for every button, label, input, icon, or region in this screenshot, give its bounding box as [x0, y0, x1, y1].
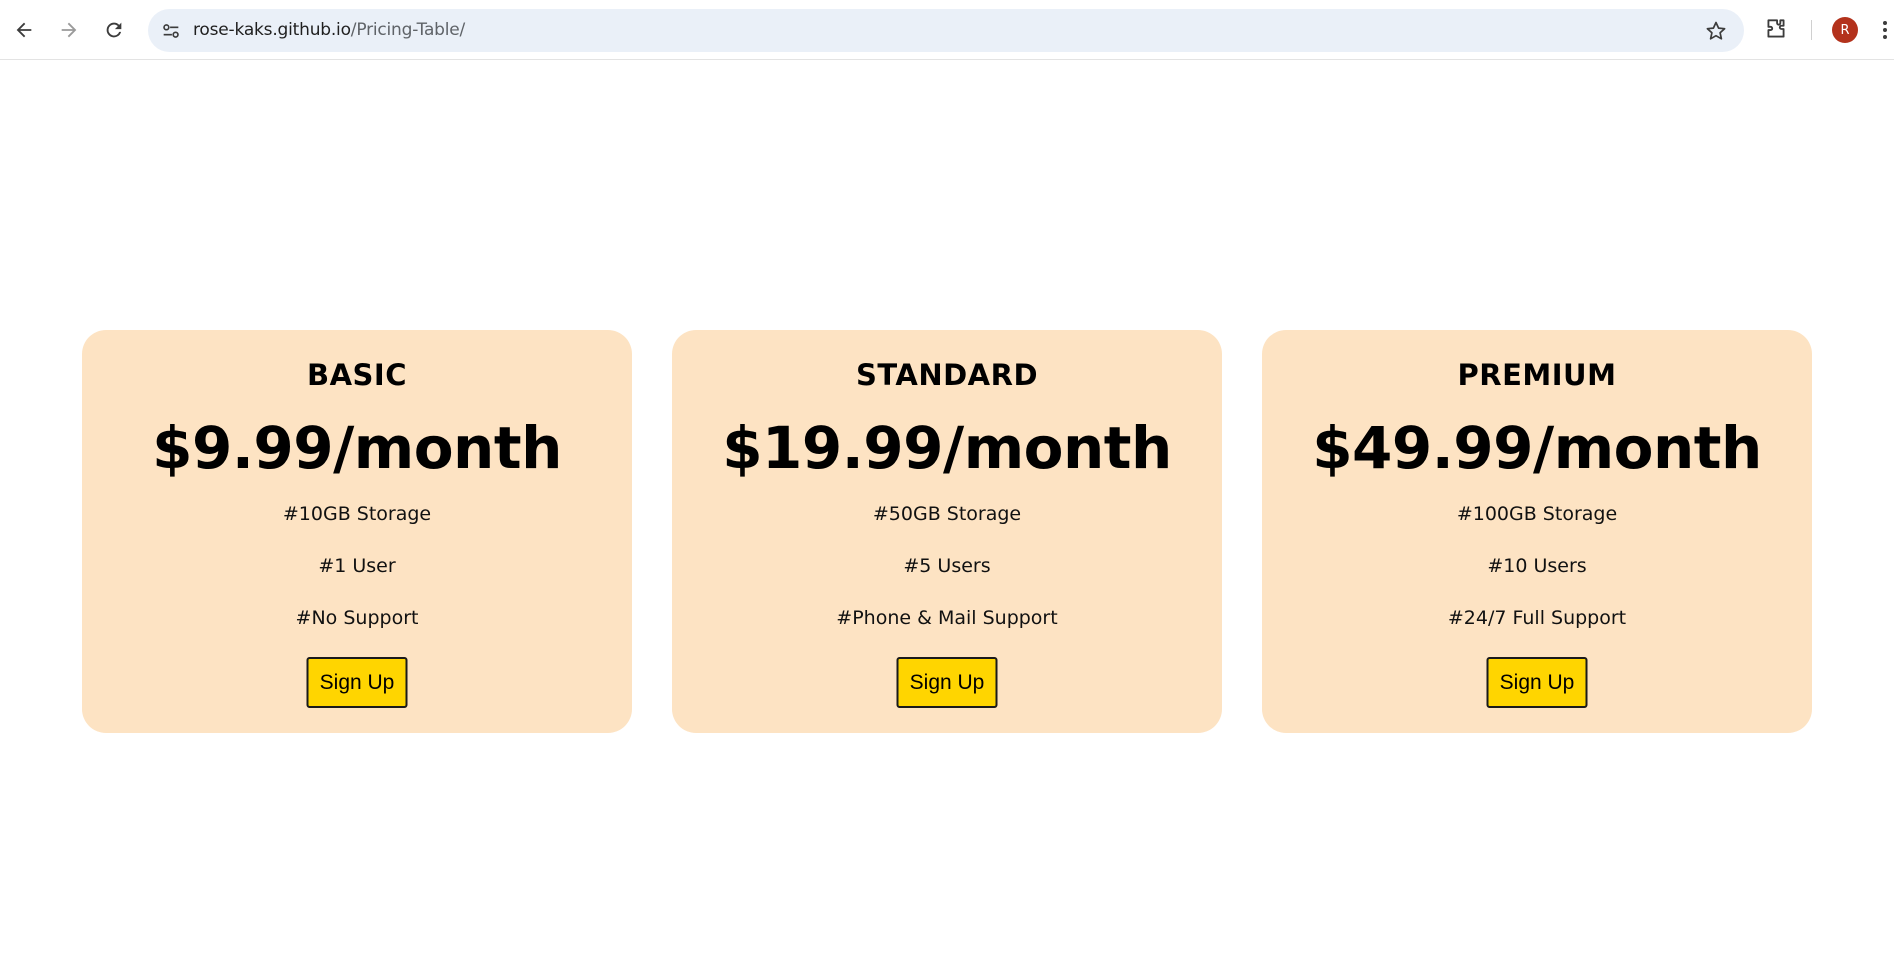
plan-name: STANDARD — [855, 358, 1039, 392]
star-icon[interactable] — [1704, 19, 1728, 43]
plan-price: $19.99/month — [722, 414, 1172, 482]
plan-feature: #Phone & Mail Support — [836, 607, 1058, 629]
reload-button[interactable] — [95, 11, 133, 49]
plan-feature: #100GB Storage — [1456, 503, 1618, 525]
plan-feature: #No Support — [295, 607, 419, 629]
url-text[interactable]: rose-kaks.github.io/Pricing-Table/ — [193, 20, 465, 40]
extensions-icon[interactable] — [1763, 16, 1789, 42]
plan-feature: #5 Users — [903, 555, 991, 577]
plan-name: BASIC — [306, 358, 407, 392]
pricing-card-premium: PREMIUM $49.99/month #100GB Storage #10 … — [1262, 330, 1812, 733]
plan-feature: #10 Users — [1487, 555, 1587, 577]
forward-button[interactable] — [50, 11, 88, 49]
sign-up-button[interactable]: Sign Up — [896, 657, 998, 708]
sign-up-button[interactable]: Sign Up — [1486, 657, 1588, 708]
plan-feature: #10GB Storage — [282, 503, 432, 525]
pricing-table: BASIC $9.99/month #10GB Storage #1 User … — [82, 330, 1812, 733]
url-path: /Pricing-Table/ — [350, 20, 466, 40]
pricing-card-standard: STANDARD $19.99/month #50GB Storage #5 U… — [672, 330, 1222, 733]
site-settings-icon[interactable] — [160, 20, 182, 42]
plan-name: PREMIUM — [1457, 358, 1617, 392]
kebab-menu-icon[interactable] — [1880, 17, 1890, 43]
url-host: rose-kaks.github.io — [193, 20, 351, 40]
sign-up-button[interactable]: Sign Up — [306, 657, 408, 708]
forward-arrow-icon — [61, 22, 77, 38]
address-bar[interactable]: rose-kaks.github.io/Pricing-Table/ — [148, 9, 1744, 52]
back-arrow-icon — [16, 22, 32, 38]
plan-feature: #50GB Storage — [872, 503, 1022, 525]
plan-feature: #1 User — [318, 555, 396, 577]
toolbar-divider — [1811, 20, 1812, 40]
pricing-card-basic: BASIC $9.99/month #10GB Storage #1 User … — [82, 330, 632, 733]
profile-avatar[interactable]: R — [1832, 17, 1858, 43]
browser-toolbar: rose-kaks.github.io/Pricing-Table/ R — [0, 0, 1894, 60]
plan-price: $9.99/month — [152, 414, 562, 482]
reload-icon — [106, 22, 122, 38]
plan-feature: #24/7 Full Support — [1447, 607, 1627, 629]
back-button[interactable] — [5, 11, 43, 49]
plan-price: $49.99/month — [1312, 414, 1762, 482]
